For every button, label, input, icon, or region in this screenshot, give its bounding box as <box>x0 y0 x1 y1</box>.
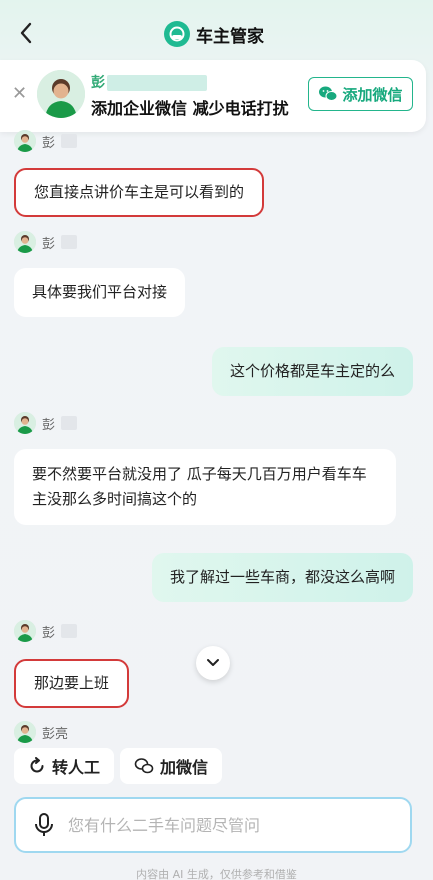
name-mask <box>61 235 78 249</box>
name-mask <box>107 75 207 91</box>
page-title: 车主管家 <box>196 26 264 47</box>
transfer-human-label: 转人工 <box>52 758 101 777</box>
close-icon[interactable]: ✕ <box>12 85 27 103</box>
message-bubble: 那边要上班 <box>14 659 130 708</box>
message-sender: 彭 <box>14 412 78 434</box>
message-sender: 彭 <box>14 130 78 152</box>
chat-input[interactable] <box>68 815 410 835</box>
avatar <box>37 70 85 118</box>
app-logo-icon <box>164 21 190 47</box>
chevron-left-icon <box>20 22 32 44</box>
scroll-down-button[interactable] <box>196 646 230 680</box>
avatar <box>14 231 36 253</box>
message-bubble: 您直接点讲价车主是可以看到的 <box>14 168 265 217</box>
microphone-icon[interactable] <box>34 812 54 838</box>
name-mask <box>61 624 78 638</box>
message-sender: 彭亮 <box>14 721 68 743</box>
sender-name: 彭 <box>42 236 56 252</box>
message-bubble-outgoing: 这个价格都是车主定的么 <box>211 347 413 396</box>
message-sender: 彭 <box>14 620 78 642</box>
add-wechat-quick-button[interactable]: 加微信 <box>120 748 223 784</box>
add-wechat-button[interactable]: 添加微信 <box>308 77 413 111</box>
avatar <box>14 620 36 642</box>
transfer-human-button[interactable]: 转人工 <box>14 748 115 784</box>
add-wechat-label: 添加微信 <box>342 85 403 104</box>
back-button[interactable] <box>12 18 40 48</box>
message-bubble: 具体要我们平台对接 <box>14 268 186 317</box>
refresh-icon <box>30 757 44 773</box>
sender-name: 彭 <box>42 135 56 151</box>
name-mask <box>61 134 78 148</box>
avatar <box>14 412 36 434</box>
agent-name-text: 彭 <box>91 75 105 91</box>
avatar <box>14 130 36 152</box>
sender-name: 彭亮 <box>42 726 69 742</box>
chat-input-box <box>14 797 412 853</box>
message-sender: 彭 <box>14 231 78 253</box>
agent-name: 彭 <box>91 72 207 92</box>
avatar <box>14 721 36 743</box>
name-mask <box>61 416 78 430</box>
wechat-promo-banner: ✕ 彭 添加企业微信 减少电话打扰 添加微信 <box>0 60 426 132</box>
title-wrap: 车主管家 <box>164 18 264 50</box>
wechat-icon <box>319 86 338 101</box>
sender-name: 彭 <box>42 417 56 433</box>
ai-disclaimer: 内容由 AI 生成，仅供参考和借鉴 <box>136 868 297 880</box>
add-wechat-quick-label: 加微信 <box>160 758 209 777</box>
message-bubble-outgoing: 我了解过一些车商，都没这么高啊 <box>151 553 413 602</box>
promo-text: 添加企业微信 减少电话打扰 <box>91 99 289 118</box>
chevron-down-icon <box>207 659 219 666</box>
sender-name: 彭 <box>42 625 56 641</box>
message-bubble: 要不然要平台就没用了 瓜子每天几百万用户看车车主没那么多时间搞这个的 <box>14 449 396 525</box>
wechat-icon <box>134 758 154 774</box>
header: 车主管家 <box>0 0 433 66</box>
